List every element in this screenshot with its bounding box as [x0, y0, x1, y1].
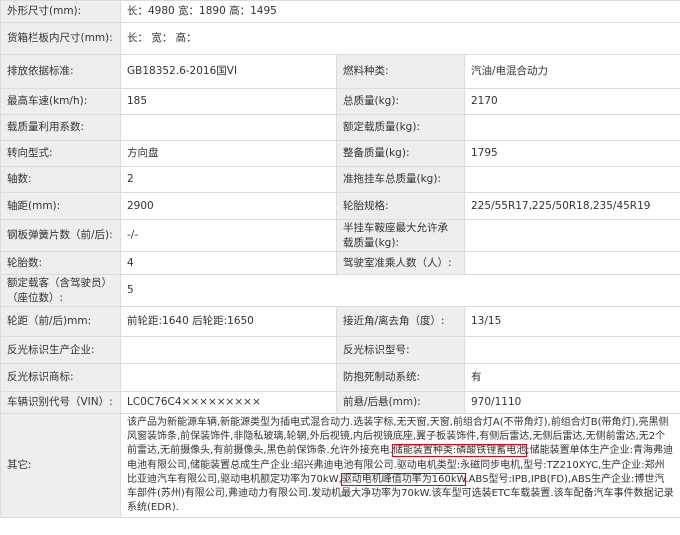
spec-value: 4 — [120, 251, 337, 275]
spec-value: 长：4980 宽：1890 高：1495 — [120, 0, 680, 23]
spec-label: 反光标识生产企业: — [0, 336, 121, 364]
other-notes: 该产品为新能源车辆,新能源类型为插电式混合动力.选装字标,无天窗,天窗,前组合灯… — [120, 412, 680, 519]
highlighted-text: 驱动电机峰值功率为160kW — [340, 472, 467, 486]
spec-label: 额定载客（含驾驶员）（座位数）: — [0, 274, 121, 307]
spec-label: 前悬/后悬(mm): — [336, 391, 465, 414]
spec-value: GB18352.6-2016国VI — [120, 54, 337, 89]
spec-label: 货箱栏板内尺寸(mm): — [0, 22, 121, 55]
spec-value: 13/15 — [464, 306, 680, 337]
other-label: 其它: — [0, 412, 121, 519]
spec-row: 货箱栏板内尺寸(mm): 长： 宽： 高： — [0, 22, 680, 55]
spec-row: 钢板弹簧片数（前/后): -/- 半挂车鞍座最大允许承载质量(kg): — [0, 219, 680, 252]
spec-row: 最高车速(km/h): 185 总质量(kg): 2170 — [0, 88, 680, 115]
spec-value: 5 — [120, 274, 680, 307]
spec-value: 前轮距:1640 后轮距:1650 — [120, 306, 337, 337]
spec-row: 反光标识商标: 防抱死制动系统: 有 — [0, 363, 680, 392]
spec-value: -/- — [120, 219, 337, 252]
spec-row: 轮距（前/后)mm: 前轮距:1640 后轮距:1650 接近角/离去角（度）: 13… — [0, 306, 680, 337]
spec-value: 长： 宽： 高： — [120, 22, 680, 55]
spec-label: 转向型式: — [0, 140, 121, 167]
spec-row: 轴数: 2 准拖挂车总质量(kg): — [0, 166, 680, 193]
highlighted-text: 储能装置种类:磷酸铁锂蓄电池 — [391, 444, 528, 458]
spec-row: 车辆识别代号（VIN）: LC0C76C4××××××××× 前悬/后悬(mm): 9… — [0, 391, 680, 414]
spec-value: 有 — [464, 363, 680, 392]
spec-label: 轮胎数: — [0, 251, 121, 275]
spec-row: 反光标识生产企业: 反光标识型号: — [0, 336, 680, 364]
spec-value: 2170 — [464, 88, 680, 115]
spec-value — [120, 336, 337, 364]
spec-value — [464, 166, 680, 193]
spec-table-body: 外形尺寸(mm): 长：4980 宽：1890 高：1495 货箱栏板内尺寸(mm)… — [0, 0, 680, 519]
spec-label: 车辆识别代号（VIN）: — [0, 391, 121, 414]
spec-label: 半挂车鞍座最大允许承载质量(kg): — [336, 219, 465, 252]
spec-label: 反光标识型号: — [336, 336, 465, 364]
spec-value: LC0C76C4××××××××× — [120, 391, 337, 414]
spec-value: 185 — [120, 88, 337, 115]
spec-label: 外形尺寸(mm): — [0, 0, 121, 23]
spec-value: 1795 — [464, 140, 680, 167]
spec-value: 970/1110 — [464, 391, 680, 414]
spec-label: 排放依据标准: — [0, 54, 121, 89]
spec-label: 燃料种类: — [336, 54, 465, 89]
spec-row: 轮胎数: 4 驾驶室准乘人数（人）: — [0, 251, 680, 275]
spec-value — [464, 114, 680, 141]
spec-label: 反光标识商标: — [0, 363, 121, 392]
spec-value — [464, 336, 680, 364]
spec-label: 轴距(mm): — [0, 192, 121, 220]
spec-label: 整备质量(kg): — [336, 140, 465, 167]
spec-label: 接近角/离去角（度）: — [336, 306, 465, 337]
spec-row: 转向型式: 方向盘 整备质量(kg): 1795 — [0, 140, 680, 167]
spec-label: 轮胎规格: — [336, 192, 465, 220]
spec-label: 钢板弹簧片数（前/后): — [0, 219, 121, 252]
spec-label: 防抱死制动系统: — [336, 363, 465, 392]
spec-value — [120, 114, 337, 141]
spec-value — [120, 363, 337, 392]
spec-label: 驾驶室准乘人数（人）: — [336, 251, 465, 275]
spec-value — [464, 251, 680, 275]
spec-label: 轮距（前/后)mm: — [0, 306, 121, 337]
spec-value: 225/55R17,225/50R18,235/45R19 — [464, 192, 680, 220]
spec-label: 额定载质量(kg): — [336, 114, 465, 141]
spec-row: 排放依据标准: GB18352.6-2016国VI 燃料种类: 汽油/电混合动力 — [0, 54, 680, 89]
spec-value: 2900 — [120, 192, 337, 220]
spec-row: 外形尺寸(mm): 长：4980 宽：1890 高：1495 — [0, 0, 680, 23]
spec-row-other: 其它: 该产品为新能源车辆,新能源类型为插电式混合动力.选装字标,无天窗,天窗,前… — [0, 412, 680, 519]
spec-table: 外形尺寸(mm): 长：4980 宽：1890 高：1495 货箱栏板内尺寸(mm)… — [0, 0, 680, 519]
spec-value: 2 — [120, 166, 337, 193]
spec-value: 方向盘 — [120, 140, 337, 167]
spec-label: 轴数: — [0, 166, 121, 193]
spec-label: 载质量利用系数: — [0, 114, 121, 141]
spec-value — [464, 219, 680, 252]
spec-label: 准拖挂车总质量(kg): — [336, 166, 465, 193]
spec-row: 轴距(mm): 2900 轮胎规格: 225/55R17,225/50R18,235/… — [0, 192, 680, 220]
spec-value: 汽油/电混合动力 — [464, 54, 680, 89]
spec-row: 载质量利用系数: 额定载质量(kg): — [0, 114, 680, 141]
spec-label: 最高车速(km/h): — [0, 88, 121, 115]
spec-row: 额定载客（含驾驶员）（座位数）: 5 — [0, 274, 680, 307]
spec-label: 总质量(kg): — [336, 88, 465, 115]
